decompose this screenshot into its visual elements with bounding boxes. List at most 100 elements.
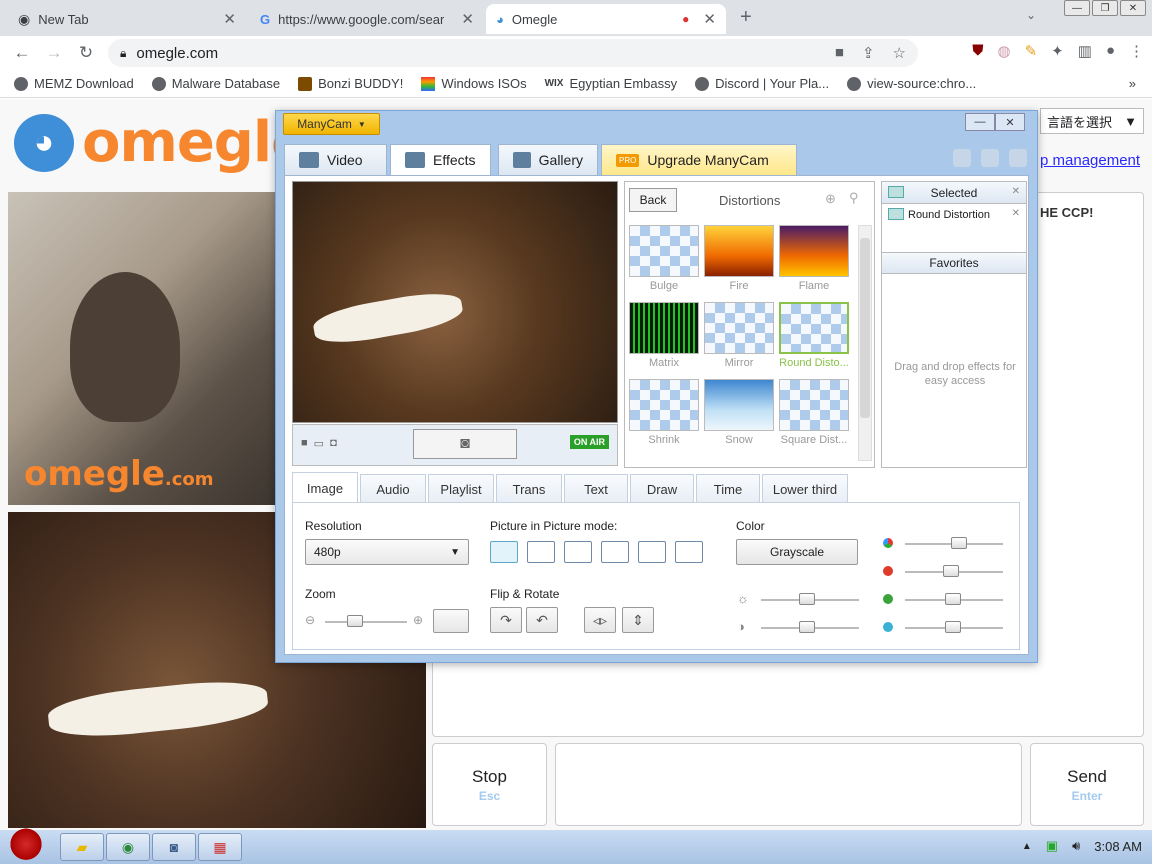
pip-mode-quad[interactable]: [675, 541, 703, 563]
extension-icon[interactable]: ✎: [1025, 42, 1038, 60]
minimize-icon[interactable]: —: [965, 113, 995, 131]
slider-knob[interactable]: [799, 593, 815, 605]
zoom-reset-button[interactable]: [433, 609, 469, 633]
profile-icon[interactable]: ●: [1106, 42, 1115, 60]
restore-icon[interactable]: ❐: [1092, 0, 1118, 16]
close-icon[interactable]: ✕: [223, 10, 236, 28]
effect-mirror[interactable]: Mirror: [704, 302, 774, 369]
pip-mode-none[interactable]: [490, 541, 518, 563]
effect-shrink[interactable]: Shrink: [629, 379, 699, 446]
tab-time[interactable]: Time: [696, 474, 760, 504]
top-link[interactable]: p management: [1040, 152, 1140, 169]
toggle-icon[interactable]: ▭: [314, 437, 324, 450]
share-icon[interactable]: ⇪: [862, 44, 875, 62]
reload-icon[interactable]: ↻: [70, 43, 102, 63]
taskbar-explorer[interactable]: ▰: [60, 833, 104, 861]
search-icon[interactable]: ⚲: [849, 190, 859, 206]
effect-square-distortion[interactable]: Square Dist...: [779, 379, 849, 446]
snapshot-small-icon[interactable]: ◘: [330, 437, 337, 450]
taskbar-chrome[interactable]: ◉: [106, 833, 150, 861]
camera-icon[interactable]: ■: [835, 44, 844, 62]
tab-playlist[interactable]: Playlist: [428, 474, 494, 504]
bookmarks-overflow[interactable]: »: [1129, 76, 1136, 91]
tab-lower-third[interactable]: Lower third: [762, 474, 848, 504]
close-icon[interactable]: ✕: [461, 10, 474, 28]
message-input[interactable]: [555, 743, 1022, 826]
remove-icon[interactable]: ✕: [1012, 208, 1020, 219]
flip-vertical-button[interactable]: ⇕: [622, 607, 654, 633]
zoom-in-icon[interactable]: ⊕: [413, 613, 423, 627]
tab-trans[interactable]: Trans: [496, 474, 562, 504]
bookmark-item[interactable]: Malware Database: [151, 76, 280, 91]
tab-text[interactable]: Text: [564, 474, 628, 504]
stop-button[interactable]: Stop Esc: [432, 743, 547, 826]
new-tab-button[interactable]: +: [740, 6, 752, 29]
address-bar[interactable]: 🔒︎ omegle.com ■ ⇪ ☆: [108, 39, 918, 67]
manycam-menu-button[interactable]: ManyCam ▼: [283, 113, 380, 135]
tab-new-tab[interactable]: ◉ New Tab ✕: [8, 4, 246, 34]
tab-image[interactable]: Image: [292, 472, 358, 504]
close-window-icon[interactable]: ✕: [1120, 0, 1146, 16]
bookmark-item[interactable]: MEMZ Download: [14, 76, 134, 91]
tab-google[interactable]: G https://www.google.com/sear ✕: [250, 4, 484, 34]
resolution-select[interactable]: 480p ▼: [305, 539, 469, 565]
eye-icon[interactable]: [888, 208, 904, 220]
effect-fire[interactable]: Fire: [704, 225, 774, 292]
effect-matrix[interactable]: Matrix: [629, 302, 699, 369]
close-icon[interactable]: ✕: [995, 113, 1025, 131]
tab-video[interactable]: Video: [284, 144, 387, 175]
selected-effect-item[interactable]: Round Distortion ✕: [882, 204, 1026, 226]
bookmark-item[interactable]: Windows ISOs: [421, 76, 527, 91]
bookmark-item[interactable]: Bonzi BUDDY!: [298, 76, 403, 91]
tab-draw[interactable]: Draw: [630, 474, 694, 504]
slider-knob[interactable]: [943, 565, 959, 577]
sidepanel-icon[interactable]: ▥: [1078, 42, 1092, 60]
bookmark-item[interactable]: WIX Egyptian Embassy: [545, 76, 678, 91]
flip-horizontal-button[interactable]: ◃▹: [584, 607, 616, 633]
slider-knob[interactable]: [945, 593, 961, 605]
pip-mode-small[interactable]: [527, 541, 555, 563]
menu-icon[interactable]: ⋮: [1129, 42, 1144, 60]
pip-mode-double[interactable]: [564, 541, 592, 563]
zoom-out-icon[interactable]: ⊖: [305, 613, 315, 627]
youtube-icon[interactable]: [953, 149, 971, 167]
taskbar-manycam[interactable]: ◙: [152, 833, 196, 861]
start-button[interactable]: [6, 828, 46, 864]
facebook-icon[interactable]: [1009, 149, 1027, 167]
zoom-slider-knob[interactable]: [347, 615, 363, 627]
pip-mode-vertical-split[interactable]: [601, 541, 629, 563]
tab-search-icon[interactable]: ⌄: [1026, 8, 1036, 22]
language-select[interactable]: 言語を選択 ▼: [1040, 108, 1144, 134]
effect-round-distortion[interactable]: Round Disto...: [779, 302, 849, 369]
star-icon[interactable]: ☆: [893, 44, 906, 62]
network-icon[interactable]: ▣: [1046, 838, 1058, 854]
clock[interactable]: 3:08 AM: [1094, 839, 1142, 854]
slider-knob[interactable]: [945, 621, 961, 633]
back-button[interactable]: Back: [629, 188, 677, 212]
tray-expand-icon[interactable]: ▲: [1022, 841, 1032, 852]
tab-audio[interactable]: Audio: [360, 474, 426, 504]
grayscale-button[interactable]: Grayscale: [736, 539, 858, 565]
omegle-logo[interactable]: ◕ omegle: [14, 110, 309, 175]
saturation-slider[interactable]: [905, 537, 1003, 549]
bookmark-item[interactable]: Discord | Your Pla...: [695, 76, 829, 91]
pip-mode-horizontal-split[interactable]: [638, 541, 666, 563]
brightness-slider[interactable]: [761, 593, 859, 605]
tab-upgrade[interactable]: PRO Upgrade ManyCam: [601, 144, 797, 175]
eye-icon[interactable]: [888, 186, 904, 198]
effect-flame[interactable]: Flame: [779, 225, 849, 292]
puzzle-icon[interactable]: ✦: [1051, 42, 1064, 60]
add-icon[interactable]: ⊕: [825, 191, 836, 207]
tab-effects[interactable]: Effects: [390, 144, 491, 175]
minimize-icon[interactable]: —: [1064, 0, 1090, 16]
volume-icon[interactable]: 🔊︎: [1072, 838, 1080, 854]
close-icon[interactable]: ✕: [1012, 186, 1020, 197]
green-slider[interactable]: [905, 593, 1003, 605]
rotate-left-button[interactable]: ↶: [526, 607, 558, 633]
effect-snow[interactable]: Snow: [704, 379, 774, 446]
contrast-slider[interactable]: [761, 621, 859, 633]
ublock-icon[interactable]: ⛊: [972, 42, 983, 60]
tab-omegle[interactable]: ◕ Omegle ● ✕: [486, 4, 726, 34]
slider-knob[interactable]: [951, 537, 967, 549]
effects-scrollbar[interactable]: [858, 225, 872, 461]
